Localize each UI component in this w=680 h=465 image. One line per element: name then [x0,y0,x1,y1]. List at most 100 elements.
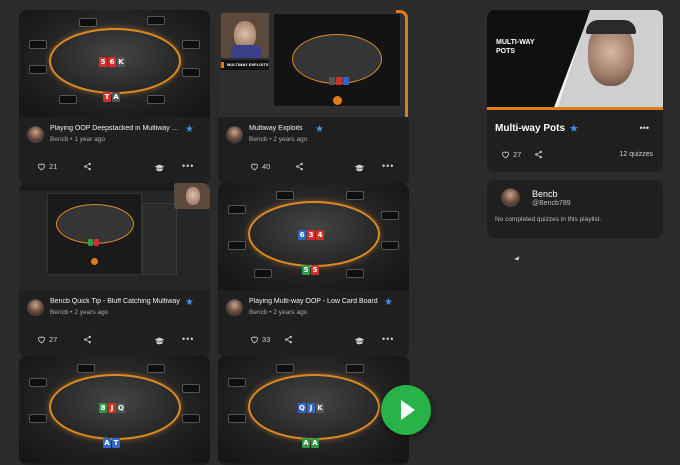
mini-table-screen [47,193,142,275]
side-panel [142,203,177,275]
active-indicator [396,10,408,117]
card: 6 [108,57,116,67]
video-meta: Playing OOP Deepstacked in Multiway Pots… [19,117,210,157]
video-card[interactable]: MULTIWAY EXPLOITS Multiway Exploits Benc… [218,10,409,185]
mini-table-screen [273,13,401,107]
video-title[interactable]: Playing OOP Deepstacked in Multiway Pots [50,125,180,132]
video-age: 2 years ago [273,136,308,143]
star-icon[interactable]: ★ [315,124,324,135]
playlist-thumbnail[interactable]: MULTI-WAY POTS [487,10,663,110]
video-thumbnail[interactable] [19,183,210,290]
quiz-count: 12 quizzes [619,151,653,158]
author-name[interactable]: Bencb [50,136,68,143]
more-icon[interactable]: ••• [382,161,394,171]
author-name[interactable]: Bencb [249,309,267,316]
share-icon[interactable] [83,335,92,344]
star-icon[interactable]: ★ [185,124,194,135]
like-button[interactable]: 27 [501,150,521,159]
card: T [112,438,120,448]
video-title[interactable]: Bencb Quick Tip - Bluff Catching Multiwa… [50,298,180,305]
share-icon[interactable] [284,335,293,344]
card: A [302,438,310,448]
star-icon[interactable]: ★ [384,297,393,308]
card: K [117,57,125,67]
card: 5 [311,265,319,275]
graduation-cap-icon[interactable] [154,337,165,345]
heart-icon [38,336,45,344]
video-card[interactable]: Bencb Quick Tip - Bluff Catching Multiwa… [19,183,210,358]
like-count: 40 [262,162,271,171]
card: A [112,92,120,102]
playlist-title: Multi-way Pots [495,123,566,134]
video-age: 1 year ago [74,136,106,143]
avatar[interactable] [27,299,44,316]
video-subtitle: Bencb • 1 year ago [50,136,106,143]
video-actions: 40 ••• [218,157,409,185]
share-icon[interactable] [295,162,304,171]
more-icon[interactable]: ••• [640,123,649,133]
heart-icon [502,151,509,159]
star-icon[interactable]: ★ [569,122,579,135]
like-button[interactable]: 21 [37,162,57,171]
video-thumbnail[interactable]: 5 6 K T A [19,10,210,117]
card: 6 [298,230,306,240]
card: 8 [99,403,107,413]
video-thumbnail[interactable]: 6 3 4 5 5 [218,183,409,290]
card: 3 [307,230,315,240]
board-cards: Q J K [298,403,324,413]
video-title[interactable]: Multiway Exploits [249,125,379,132]
author-name[interactable]: Bencb [50,309,68,316]
share-icon[interactable] [83,162,92,171]
mouse-cursor [514,256,521,262]
avatar[interactable] [501,188,520,207]
video-actions: 33 ••• [218,330,409,358]
card: T [103,92,111,102]
thumbnail-text: MULTI-WAY POTS [496,39,535,55]
webcam-overlay [174,183,210,209]
progress-message: No completed quizzes in this playlist. [495,216,602,223]
like-button[interactable]: 40 [250,162,270,171]
user-name[interactable]: Bencb [532,189,558,199]
card: Q [117,403,125,413]
hole-cards: A A [302,438,319,448]
video-meta: Playing Multi-way OOP - Low Card Board B… [218,290,409,330]
video-card[interactable]: 6 3 4 5 5 Playing Multi-way OOP - Low Ca… [218,183,409,358]
board-cards: 8 J Q [99,403,125,413]
video-card[interactable]: 8 J Q A T [19,356,210,465]
star-icon[interactable]: ★ [185,297,194,308]
heart-icon [251,336,258,344]
avatar[interactable] [27,126,44,143]
avatar[interactable] [226,299,243,316]
like-button[interactable]: 27 [37,335,57,344]
video-title[interactable]: Playing Multi-way OOP - Low Card Board [249,298,379,305]
share-icon[interactable] [534,150,543,159]
board-cards: 5 6 K [99,57,125,67]
author-name[interactable]: Bencb [249,136,267,143]
like-count: 33 [262,335,271,344]
graduation-cap-icon[interactable] [354,164,365,172]
graduation-cap-icon[interactable] [154,164,165,172]
video-card[interactable]: 5 6 K T A Playing OOP Deepstacked in Mul… [19,10,210,185]
video-subtitle: Bencb • 2 years ago [249,309,308,316]
video-actions: 21 ••• [19,157,210,185]
card: A [311,438,319,448]
hole-cards: A T [103,438,120,448]
more-icon[interactable]: ••• [182,334,194,344]
video-age: 2 years ago [74,309,109,316]
card: J [307,403,315,413]
video-thumbnail[interactable]: MULTIWAY EXPLOITS [218,10,409,117]
like-button[interactable]: 33 [250,335,270,344]
video-meta: Multiway Exploits Bencb • 2 years ago ★ [218,117,409,157]
video-subtitle: Bencb • 2 years ago [50,309,109,316]
like-count: 27 [513,150,522,159]
video-thumbnail[interactable]: 8 J Q A T [19,356,210,463]
playlist-card: MULTI-WAY POTS Multi-way Pots ★ ••• 27 12… [487,10,663,172]
graduation-cap-icon[interactable] [354,337,365,345]
more-icon[interactable]: ••• [382,334,394,344]
webcam-overlay [221,13,269,58]
play-icon[interactable] [381,385,431,435]
more-icon[interactable]: ••• [182,161,194,171]
user-handle: @Bencb789 [532,200,571,207]
card: A [103,438,111,448]
avatar[interactable] [226,126,243,143]
